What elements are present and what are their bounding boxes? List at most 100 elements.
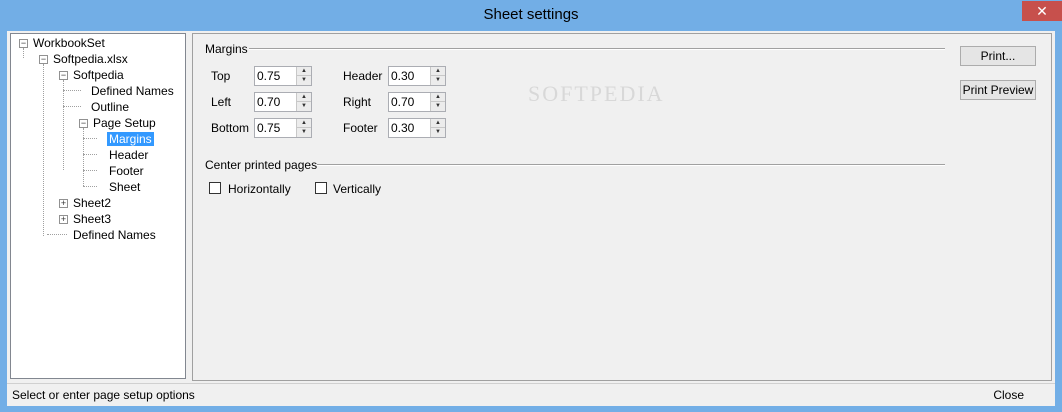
right-margin-input[interactable] <box>391 95 429 109</box>
tree-item-label: Defined Names <box>73 228 156 242</box>
divider <box>249 48 945 50</box>
spinner-buttons: ▲ ▼ <box>430 119 445 137</box>
footer-margin-spinner[interactable]: ▲ ▼ <box>388 118 446 138</box>
collapse-icon[interactable]: − <box>59 71 68 80</box>
tree-item-label: Header <box>109 148 149 162</box>
header-margin-spinner[interactable]: ▲ ▼ <box>388 66 446 86</box>
tree-item-label: Footer <box>109 164 144 178</box>
tree-item-label: Margins <box>107 132 154 146</box>
spinner-buttons: ▲ ▼ <box>430 93 445 111</box>
tree-item-label: Sheet3 <box>73 212 112 226</box>
tree-item-margins[interactable]: Margins <box>107 131 154 147</box>
top-label: Top <box>211 69 231 83</box>
left-label: Left <box>211 95 232 109</box>
tree-item-outline[interactable]: Outline <box>89 99 131 115</box>
window-title: Sheet settings <box>483 6 579 23</box>
tree-connector <box>63 106 81 107</box>
tree-item-sheet[interactable]: Sheet <box>107 179 142 195</box>
right-label: Right <box>343 95 372 109</box>
print-preview-button[interactable]: Print Preview <box>960 80 1036 100</box>
print-button[interactable]: Print... <box>960 46 1036 66</box>
margins-group-title: Margins <box>205 42 248 56</box>
status-bar: Select or enter page setup options Close <box>7 383 1055 406</box>
spin-down-icon[interactable]: ▼ <box>297 102 311 111</box>
tree-item-label: Defined Names <box>91 84 174 98</box>
title-bar[interactable]: Sheet settings ✕ <box>0 0 1062 31</box>
horizontally-label: Horizontally <box>228 182 291 196</box>
tree-connector <box>23 48 24 58</box>
tree-item-label: Sheet <box>109 180 141 194</box>
footer-label: Footer <box>343 121 378 135</box>
tree-item-sheet2[interactable]: Sheet2 <box>71 195 113 211</box>
spin-up-icon[interactable]: ▲ <box>297 119 311 128</box>
tree-item-page-setup[interactable]: Page Setup <box>91 115 158 131</box>
tree-connector <box>83 138 97 139</box>
settings-panel: SOFTPEDIA Margins Top ▲ ▼ Left ▲ ▼ Botto… <box>192 33 1052 381</box>
expand-icon[interactable]: + <box>59 199 68 208</box>
spin-up-icon[interactable]: ▲ <box>431 67 445 76</box>
tree-connector <box>47 234 67 235</box>
tree-item-label: Page Setup <box>93 116 156 130</box>
tree-item-header[interactable]: Header <box>107 147 150 163</box>
close-icon[interactable]: ✕ <box>1022 1 1062 21</box>
collapse-icon[interactable]: − <box>39 55 48 64</box>
tree-item-sheet3[interactable]: Sheet3 <box>71 211 113 227</box>
settings-tree[interactable]: − WorkbookSet − Softpedia.xlsx − Softped… <box>10 33 186 379</box>
tree-connector <box>83 128 84 186</box>
top-margin-spinner[interactable]: ▲ ▼ <box>254 66 312 86</box>
spinner-buttons: ▲ ▼ <box>430 67 445 85</box>
spin-up-icon[interactable]: ▲ <box>297 67 311 76</box>
tree-connector <box>83 154 97 155</box>
right-margin-spinner[interactable]: ▲ ▼ <box>388 92 446 112</box>
center-group-title: Center printed pages <box>205 158 318 172</box>
horizontally-checkbox[interactable] <box>209 182 221 194</box>
header-label: Header <box>343 69 383 83</box>
spin-down-icon[interactable]: ▼ <box>297 128 311 137</box>
client-area: − WorkbookSet − Softpedia.xlsx − Softped… <box>7 31 1055 406</box>
header-margin-input[interactable] <box>391 69 429 83</box>
bottom-margin-input[interactable] <box>257 121 295 135</box>
spinner-buttons: ▲ ▼ <box>296 93 311 111</box>
tree-item-label: Softpedia.xlsx <box>53 52 128 66</box>
bottom-label: Bottom <box>211 121 250 135</box>
tree-connector <box>63 80 64 170</box>
tree-item-softpedia-sheet[interactable]: Softpedia <box>71 67 126 83</box>
footer-margin-input[interactable] <box>391 121 429 135</box>
expand-icon[interactable]: + <box>59 215 68 224</box>
window: Sheet settings ✕ − WorkbookSet − Softped… <box>0 0 1062 412</box>
spin-down-icon[interactable]: ▼ <box>297 76 311 85</box>
tree-item-footer[interactable]: Footer <box>107 163 146 179</box>
left-margin-spinner[interactable]: ▲ ▼ <box>254 92 312 112</box>
spin-up-icon[interactable]: ▲ <box>431 93 445 102</box>
vertically-label: Vertically <box>333 182 382 196</box>
bottom-margin-spinner[interactable]: ▲ ▼ <box>254 118 312 138</box>
spin-up-icon[interactable]: ▲ <box>431 119 445 128</box>
tree-connector <box>83 170 97 171</box>
tree-item-defined-names-child[interactable]: Defined Names <box>89 83 176 99</box>
collapse-icon[interactable]: − <box>19 39 28 48</box>
divider <box>317 164 945 166</box>
spin-down-icon[interactable]: ▼ <box>431 76 445 85</box>
spin-up-icon[interactable]: ▲ <box>297 93 311 102</box>
tree-item-label: Sheet2 <box>73 196 112 210</box>
status-text: Select or enter page setup options <box>12 388 195 402</box>
tree-connector <box>43 64 44 236</box>
tree-connector <box>63 90 81 91</box>
tree-connector <box>83 186 97 187</box>
spinner-buttons: ▲ ▼ <box>296 67 311 85</box>
tree-item-label: Softpedia <box>73 68 124 82</box>
spin-down-icon[interactable]: ▼ <box>431 128 445 137</box>
collapse-icon[interactable]: − <box>79 119 88 128</box>
tree-item-label: Outline <box>91 100 130 114</box>
spin-down-icon[interactable]: ▼ <box>431 102 445 111</box>
left-margin-input[interactable] <box>257 95 295 109</box>
tree-item-label: WorkbookSet <box>33 36 105 50</box>
close-link[interactable]: Close <box>993 388 1024 402</box>
tree-item-file[interactable]: Softpedia.xlsx <box>51 51 130 67</box>
spinner-buttons: ▲ ▼ <box>296 119 311 137</box>
tree-item-defined-names[interactable]: Defined Names <box>71 227 158 243</box>
vertically-checkbox[interactable] <box>315 182 327 194</box>
tree-item-workbookset[interactable]: WorkbookSet <box>31 35 107 51</box>
watermark: SOFTPEDIA <box>528 81 665 106</box>
top-margin-input[interactable] <box>257 69 295 83</box>
